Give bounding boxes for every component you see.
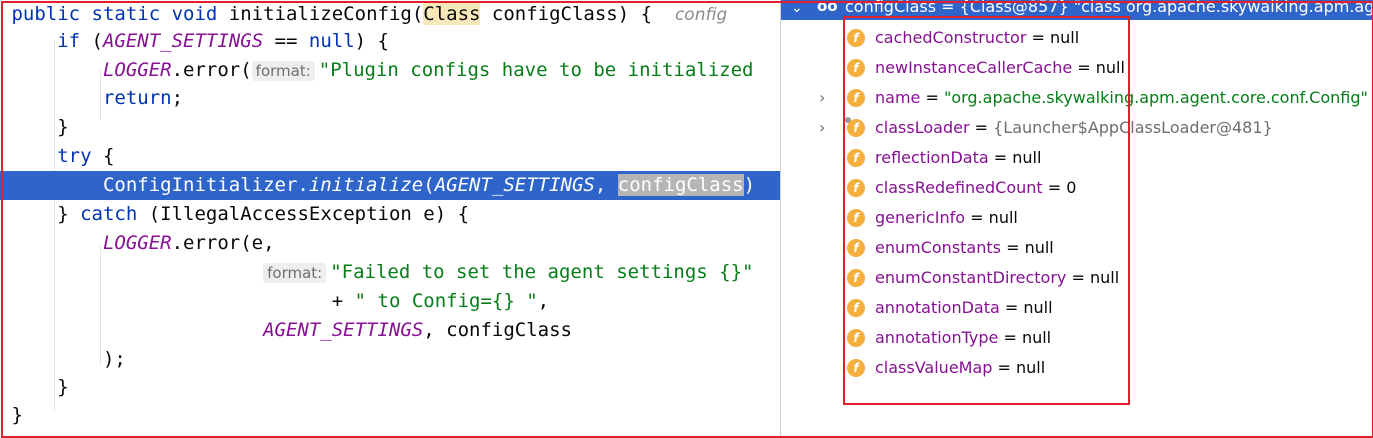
field-icon: f	[847, 329, 865, 347]
field-icon: f	[847, 149, 865, 167]
selected-argument: configClass	[617, 174, 744, 196]
field-icon: f	[847, 239, 865, 257]
field-row-name[interactable]: › f name = "org.apache.skywalking.apm.ag…	[781, 83, 1373, 113]
code-line-4[interactable]: return;	[0, 84, 183, 113]
variable-root-label: configClass = {Class@857} "class org.apa…	[845, 0, 1373, 16]
field-icon: f	[847, 59, 865, 77]
parameter-hint: format:	[263, 263, 327, 283]
code-line-13[interactable]: );	[0, 345, 126, 374]
field-icon: f	[847, 359, 865, 377]
field-row-enumConstantDirectory[interactable]: f enumConstantDirectory = null	[781, 263, 1373, 293]
code-line-15[interactable]: }	[0, 401, 22, 430]
chevron-down-icon[interactable]: ⌄	[791, 0, 803, 17]
field-icon: f	[847, 299, 865, 317]
code-line-10[interactable]: format: "Failed to set the agent settings…	[0, 258, 753, 287]
code-line-11[interactable]: + " to Config={} ",	[0, 287, 549, 316]
code-line-7-current[interactable]: ConfigInitializer.initialize(AGENT_SETTI…	[0, 171, 780, 200]
code-line-1[interactable]: public static void initializeConfig(Clas…	[0, 0, 727, 29]
code-line-9[interactable]: LOGGER.error(e,	[0, 229, 275, 258]
code-line-6[interactable]: try {	[0, 142, 114, 171]
field-icon: f	[847, 209, 865, 227]
field-row-annotationData[interactable]: f annotationData = null	[781, 293, 1373, 323]
field-icon: f	[847, 119, 865, 137]
object-icon: oo	[817, 0, 838, 15]
parameter-hint: config	[674, 5, 728, 25]
code-editor[interactable]: public static void initializeConfig(Clas…	[0, 0, 780, 438]
field-row-classRedefinedCount[interactable]: f classRedefinedCount = 0	[781, 173, 1373, 203]
field-row-enumConstants[interactable]: f enumConstants = null	[781, 233, 1373, 263]
field-row-reflectionData[interactable]: f reflectionData = null	[781, 143, 1373, 173]
field-row-classLoader[interactable]: › f classLoader = {Launcher$AppClassLoad…	[781, 113, 1373, 143]
field-icon: f	[847, 89, 865, 107]
code-line-8[interactable]: } catch (IllegalAccessException e) {	[0, 200, 469, 229]
code-line-5[interactable]: }	[0, 113, 68, 142]
variable-root-row[interactable]: ⌄ oo configClass = {Class@857} "class or…	[781, 0, 1373, 20]
parameter-hint: format:	[251, 61, 315, 81]
code-line-2[interactable]: if (AGENT_SETTINGS == null) {	[0, 27, 389, 56]
expand-arrow-icon[interactable]: ›	[819, 83, 825, 113]
expand-arrow-icon[interactable]: ›	[819, 113, 825, 143]
code-line-3[interactable]: LOGGER.error(format: "Plugin configs have…	[0, 56, 753, 85]
field-icon: f	[847, 179, 865, 197]
field-row-cachedConstructor[interactable]: f cachedConstructor = null	[781, 23, 1373, 53]
debugger-variables-panel[interactable]: ⌄ oo configClass = {Class@857} "class or…	[781, 0, 1373, 438]
code-line-12[interactable]: AGENT_SETTINGS, configClass	[0, 316, 572, 345]
field-row-newInstanceCallerCache[interactable]: f newInstanceCallerCache = null	[781, 53, 1373, 83]
field-row-annotationType[interactable]: f annotationType = null	[781, 323, 1373, 353]
code-line-14[interactable]: }	[0, 373, 68, 402]
field-row-classValueMap[interactable]: f classValueMap = null	[781, 353, 1373, 383]
field-icon: f	[847, 269, 865, 287]
field-row-genericInfo[interactable]: f genericInfo = null	[781, 203, 1373, 233]
field-icon: f	[847, 29, 865, 47]
